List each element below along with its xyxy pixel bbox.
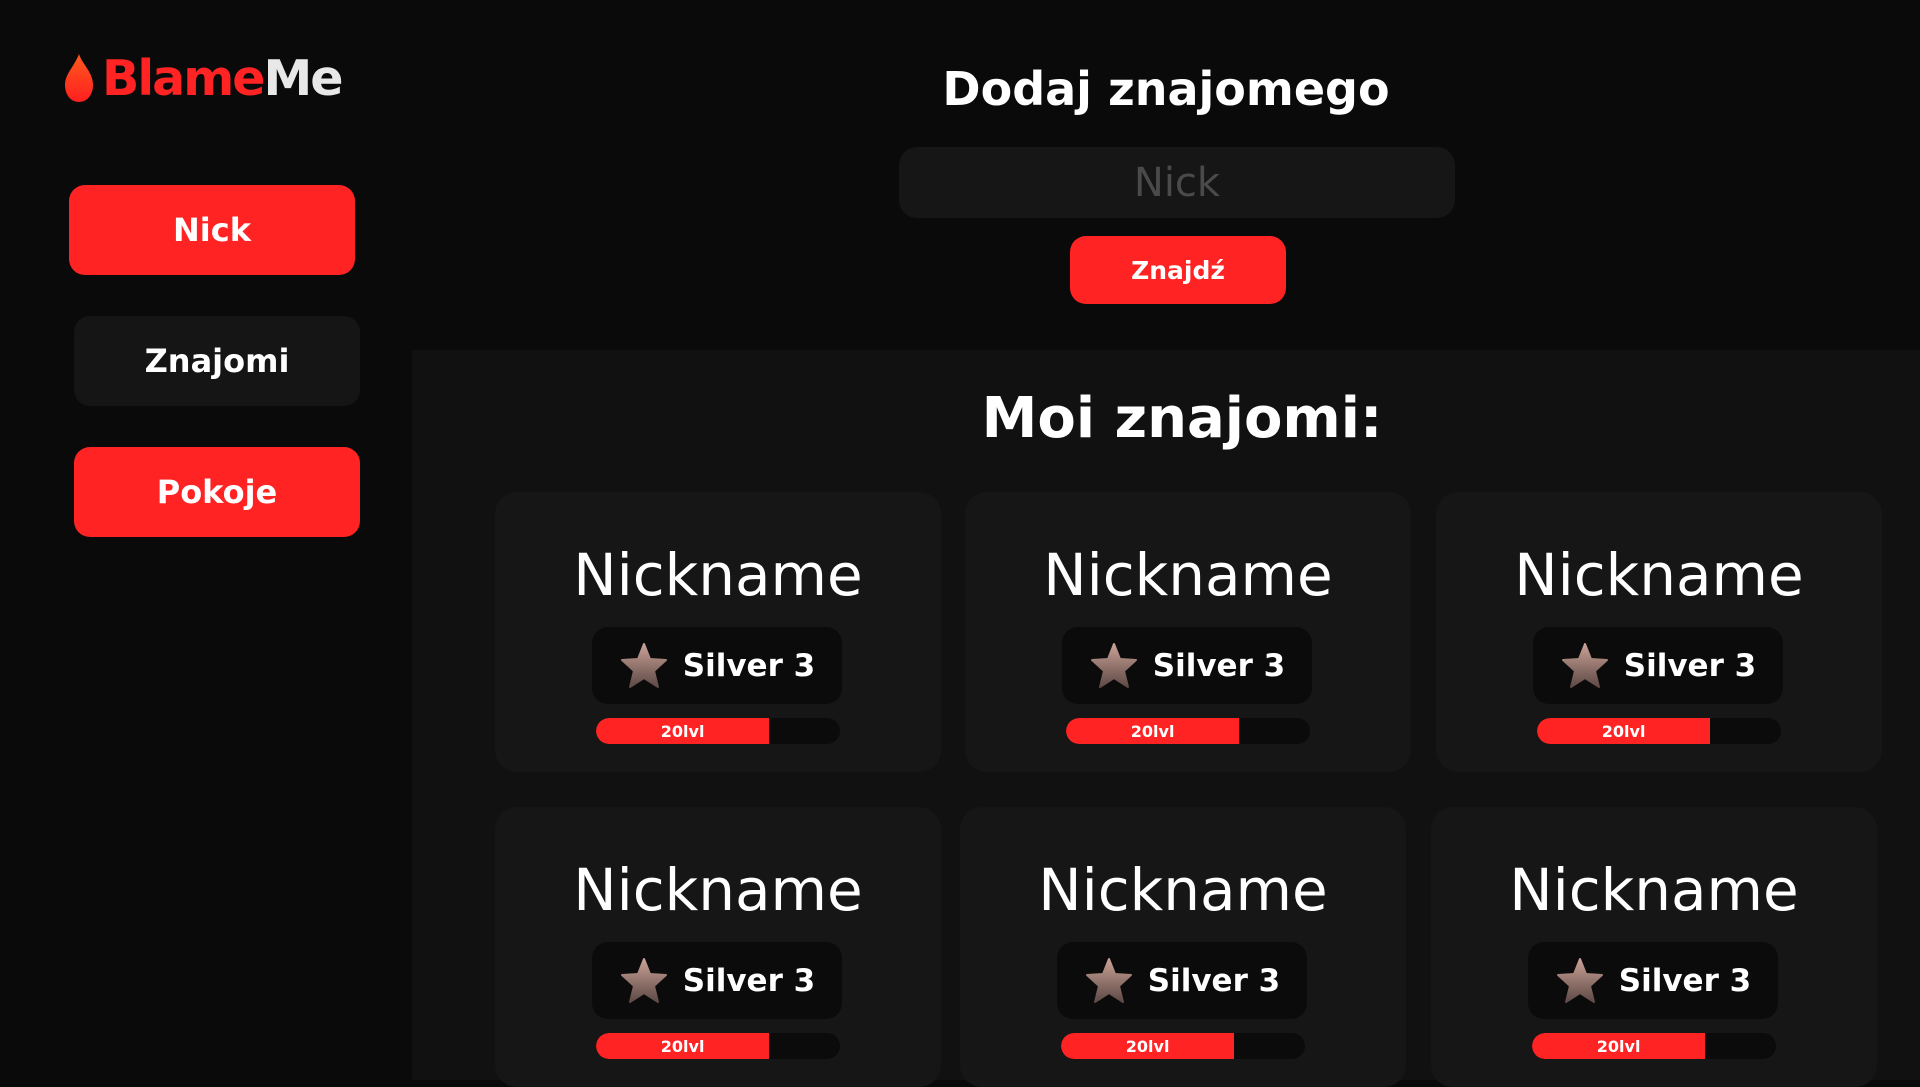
friend-nickname: Nickname [573,541,863,609]
star-icon [1560,642,1610,690]
level-label: 20lvl [660,1036,705,1056]
level-progress-bar: 20lvl [1066,718,1310,744]
rank-label: Silver 3 [682,962,816,999]
friend-nickname: Nickname [1514,541,1804,609]
rank-badge: Silver 3 [1062,627,1312,704]
friend-card[interactable]: Nickname Silver 3 20lvl [495,492,941,772]
friends-panel: Moi znajomi: Nickname Silver 3 20lvl Nic… [412,350,1920,1087]
add-friend-title: Dodaj znajomego [942,62,1390,116]
rank-badge: Silver 3 [1057,942,1307,1019]
nick-search-input[interactable] [899,147,1455,218]
level-progress-bar: 20lvl [596,718,840,744]
level-progress-bar: 20lvl [1061,1033,1305,1059]
flame-icon [65,54,93,102]
rank-label: Silver 3 [1623,647,1757,684]
level-label: 20lvl [1130,721,1175,741]
friend-card[interactable]: Nickname Silver 3 20lvl [495,807,941,1087]
rank-badge: Silver 3 [592,942,842,1019]
star-icon [619,957,669,1005]
friend-card[interactable]: Nickname Silver 3 20lvl [1431,807,1877,1087]
rank-badge: Silver 3 [1533,627,1783,704]
star-icon [619,642,669,690]
level-label: 20lvl [1125,1036,1170,1056]
rank-label: Silver 3 [1147,962,1281,999]
friend-card[interactable]: Nickname Silver 3 20lvl [965,492,1411,772]
level-progress-bar: 20lvl [596,1033,840,1059]
friend-card[interactable]: Nickname Silver 3 20lvl [960,807,1406,1087]
sidebar-item-nick[interactable]: Nick [69,185,355,275]
logo-text-blame: Blame [102,49,265,107]
friend-card[interactable]: Nickname Silver 3 20lvl [1436,492,1882,772]
rank-badge: Silver 3 [592,627,842,704]
rank-label: Silver 3 [1618,962,1752,999]
star-icon [1089,642,1139,690]
level-progress-bar: 20lvl [1537,718,1781,744]
friends-title: Moi znajomi: [981,386,1383,451]
rank-label: Silver 3 [1152,647,1286,684]
star-icon [1084,957,1134,1005]
level-label: 20lvl [1596,1036,1641,1056]
find-button[interactable]: Znajdź [1070,236,1286,304]
logo-text: BlameMe [102,54,344,103]
friend-nickname: Nickname [1038,856,1328,924]
friend-nickname: Nickname [573,856,863,924]
level-progress-bar: 20lvl [1532,1033,1776,1059]
rank-badge: Silver 3 [1528,942,1778,1019]
friend-nickname: Nickname [1043,541,1333,609]
logo-text-me: Me [263,49,344,107]
rank-label: Silver 3 [682,647,816,684]
sidebar: BlameMe Nick Znajomi Pokoje [0,0,412,1080]
level-label: 20lvl [1601,721,1646,741]
friend-nickname: Nickname [1509,856,1799,924]
sidebar-item-pokoje[interactable]: Pokoje [74,447,360,537]
star-icon [1555,957,1605,1005]
app-logo[interactable]: BlameMe [62,50,344,106]
sidebar-item-znajomi[interactable]: Znajomi [74,316,360,406]
level-label: 20lvl [660,721,705,741]
